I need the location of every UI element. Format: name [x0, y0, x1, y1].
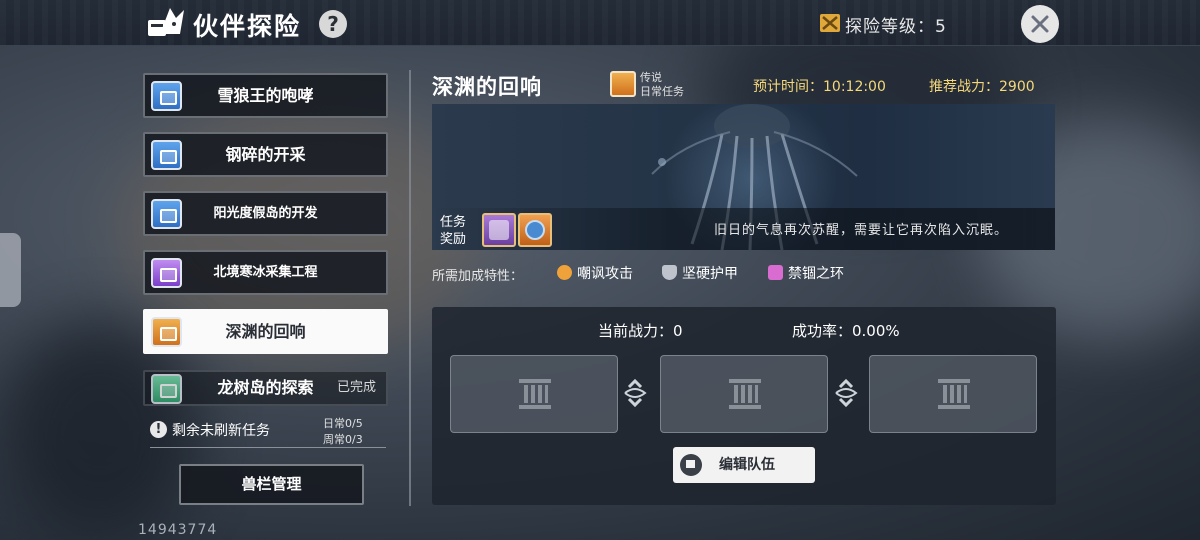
quest-banner: 任务 奖励 旧日的气息再次苏醒，需要让它再次陷入沉眠。 — [432, 104, 1055, 250]
quest-title: 深渊的回响 — [432, 75, 542, 99]
trait-taunt: 嘲讽攻击 — [557, 263, 633, 283]
refresh-label: 剩余未刷新任务 — [172, 423, 270, 439]
trait-bind: 禁锢之环 — [768, 263, 844, 283]
team-slot[interactable] — [450, 355, 618, 433]
link-icon — [624, 378, 647, 408]
refresh-info: ! 剩余未刷新任务 日常0/5 周常0/3 — [150, 416, 386, 448]
page-title: 伙伴探险 — [193, 12, 302, 41]
quest-item[interactable]: 钢碎的开采 — [143, 132, 388, 177]
quest-label: 深渊的回响 — [225, 322, 306, 341]
quest-item-completed[interactable]: 龙树岛的探索 已完成 — [143, 370, 388, 406]
team-slot[interactable] — [869, 355, 1037, 433]
estimated-time: 预计时间：10:12:00 — [753, 79, 886, 95]
taunt-icon — [557, 265, 572, 280]
quest-item[interactable]: 雪狼王的咆哮 — [143, 73, 388, 118]
trait-label: 坚硬护甲 — [682, 266, 738, 282]
quest-label: 雪狼王的咆哮 — [217, 86, 314, 105]
link-icon — [835, 378, 858, 408]
edit-team-label: 编辑队伍 — [719, 457, 775, 473]
recommended-power: 推荐战力：2900 — [929, 79, 1035, 95]
user-id: 14943774 — [138, 522, 218, 538]
quest-description: 旧日的气息再次苏醒，需要让它再次陷入沉眠。 — [714, 223, 1009, 238]
ring-icon — [768, 265, 783, 280]
trait-label: 嘲讽攻击 — [577, 266, 633, 282]
quest-type-icon — [610, 71, 636, 97]
close-button[interactable] — [1021, 5, 1059, 43]
pen-management-button[interactable]: 兽栏管理 — [179, 464, 364, 505]
adventure-level: 探险等级：5 — [845, 17, 947, 37]
flag-icon — [680, 454, 702, 476]
trait-armor: 坚硬护甲 — [662, 263, 738, 283]
quest-label: 北境寒冰采集工程 — [213, 265, 318, 280]
empty-slot-pillar-icon — [938, 379, 970, 409]
team-panel: 当前战力：0 成功率：0.00% 编辑队伍 — [432, 307, 1056, 505]
side-drawer-handle[interactable] — [0, 233, 21, 307]
edit-team-button[interactable]: 编辑队伍 — [673, 447, 815, 483]
panel-divider — [409, 70, 411, 506]
trait-label: 禁锢之环 — [788, 266, 844, 282]
warning-icon: ! — [150, 421, 167, 438]
reward-label: 奖励 — [440, 232, 467, 247]
adventure-level-icon — [820, 14, 840, 32]
quest-status: 已完成 — [336, 380, 376, 395]
current-power: 当前战力：0 — [598, 322, 683, 340]
quest-item[interactable]: 北境寒冰采集工程 — [143, 250, 388, 295]
daily-count: 日常0/5 — [323, 417, 363, 430]
team-slot[interactable] — [660, 355, 828, 433]
empty-slot-pillar-icon — [519, 379, 551, 409]
quest-type: 日常任务 — [640, 85, 684, 98]
quest-item-selected[interactable]: 深渊的回响 — [143, 309, 388, 354]
reward-scroll-icon[interactable] — [482, 213, 516, 247]
quest-label: 钢碎的开采 — [225, 145, 306, 164]
traits-label: 所需加成特性： — [432, 269, 524, 284]
adventure-logo-icon — [148, 8, 184, 36]
close-icon — [1031, 15, 1049, 33]
reward-egg-icon[interactable] — [518, 213, 552, 247]
weekly-count: 周常0/3 — [323, 433, 363, 446]
empty-slot-pillar-icon — [729, 379, 761, 409]
help-button[interactable]: ? — [319, 10, 347, 38]
success-rate: 成功率：0.00% — [792, 322, 900, 340]
shield-icon — [662, 265, 677, 280]
quest-label: 阳光度假岛的开发 — [213, 206, 318, 221]
quest-item[interactable]: 阳光度假岛的开发 — [143, 191, 388, 236]
